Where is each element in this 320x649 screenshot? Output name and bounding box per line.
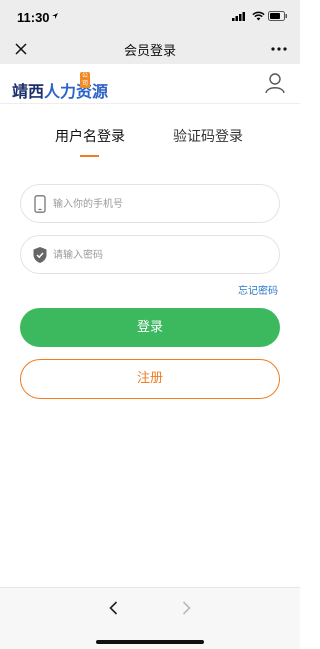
forgot-password-link[interactable]: 忘记密码 xyxy=(238,282,278,297)
password-input[interactable] xyxy=(53,245,263,265)
battery-icon xyxy=(268,11,287,21)
page-title: 会员登录 xyxy=(123,44,176,59)
logo-text-part1: 靖西 xyxy=(12,84,45,101)
register-button[interactable]: 注册 xyxy=(20,359,280,399)
password-field xyxy=(20,235,280,274)
site-header: 靖西人力资源 公司 xyxy=(0,64,300,104)
signal-icon xyxy=(232,12,245,21)
shield-icon xyxy=(33,247,47,263)
phone-input[interactable] xyxy=(53,194,263,214)
tab-code-login[interactable]: 验证码登录 xyxy=(173,126,243,146)
phone-field xyxy=(20,184,280,223)
wifi-icon xyxy=(252,11,265,21)
more-icon[interactable] xyxy=(270,42,288,56)
status-time: 11:30 xyxy=(17,10,50,25)
tab-username-login[interactable]: 用户名登录 xyxy=(55,126,125,146)
phone-icon xyxy=(34,195,46,213)
logo-text: 靖西人力资源 xyxy=(12,78,108,102)
logo-badge: 公司 xyxy=(80,72,91,88)
status-bar: 11:30 xyxy=(0,0,300,34)
user-icon[interactable] xyxy=(264,72,286,94)
login-tabs: 用户名登录 验证码登录 xyxy=(0,126,300,160)
home-indicator xyxy=(96,640,204,644)
logo-text-part2: 人力资源 xyxy=(44,84,109,101)
back-arrow-icon[interactable] xyxy=(106,600,122,616)
browser-toolbar xyxy=(0,587,300,649)
active-tab-indicator xyxy=(80,155,99,157)
nav-bar: 会员登录 xyxy=(0,34,300,64)
forward-arrow-icon[interactable] xyxy=(178,600,194,616)
login-button[interactable]: 登录 xyxy=(20,308,280,347)
location-arrow-icon xyxy=(52,13,58,19)
